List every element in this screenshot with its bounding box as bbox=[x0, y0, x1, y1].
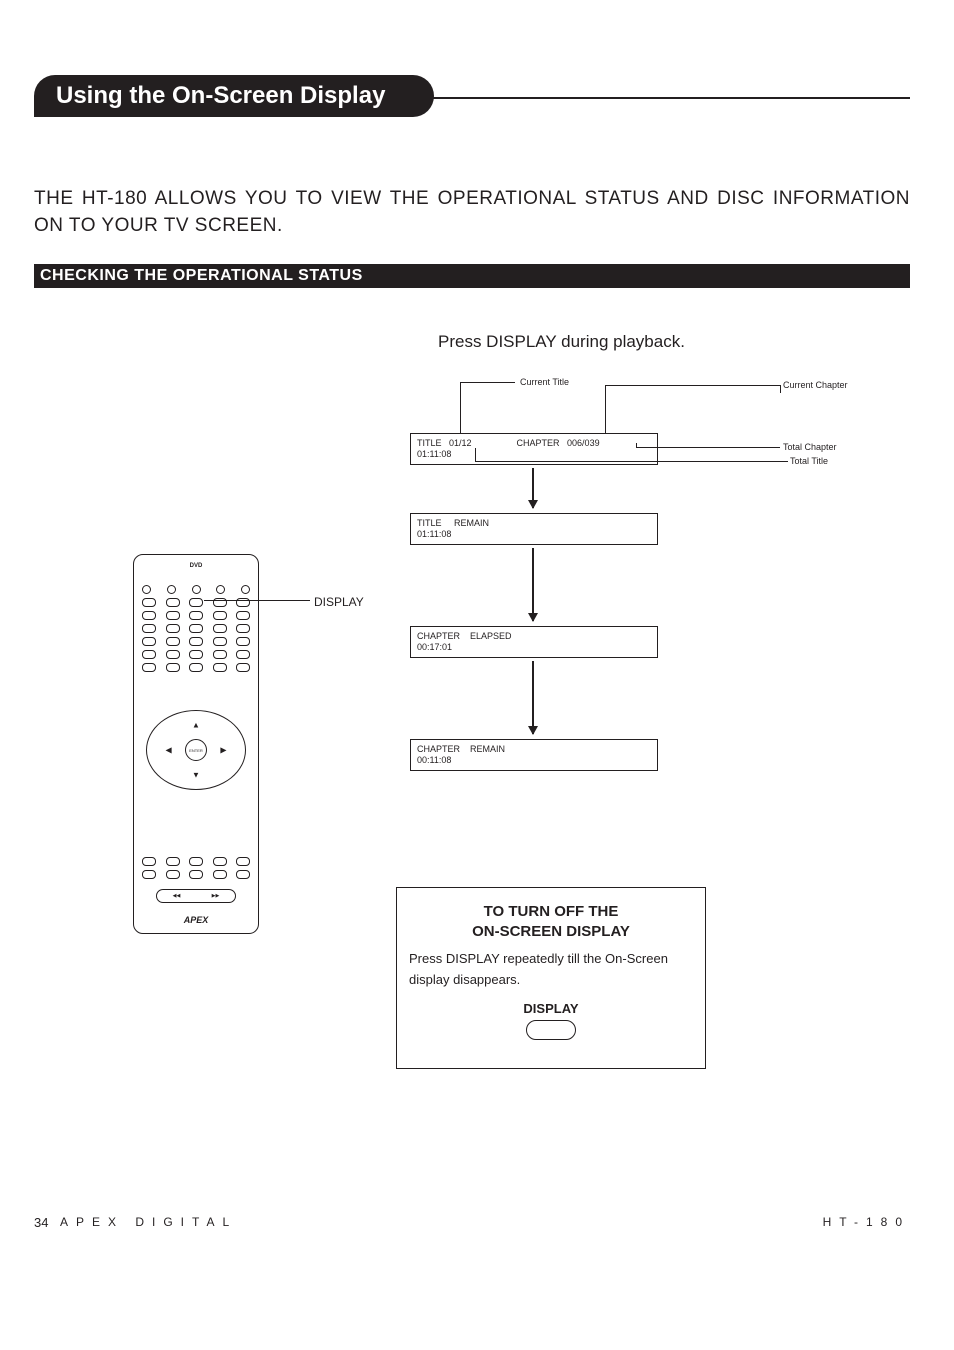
remote-logo: APEX bbox=[184, 915, 209, 925]
footer-brand: APEX DIGITAL bbox=[60, 1215, 237, 1229]
osd2-line1: TITLE REMAIN bbox=[417, 518, 651, 529]
turnoff-heading: TO TURN OFF THE ON-SCREEN DISPLAY bbox=[409, 902, 693, 941]
remote-up-icon: ▲ bbox=[192, 721, 200, 730]
remote-btn bbox=[213, 637, 227, 646]
remote-enter-btn: ENTER bbox=[185, 739, 207, 761]
turnoff-heading-line1: TO TURN OFF THE bbox=[409, 902, 693, 922]
osd-box-1: TITLE 01/12 CHAPTER 006/039 01:11:08 bbox=[410, 433, 658, 465]
turnoff-box: TO TURN OFF THE ON-SCREEN DISPLAY Press … bbox=[396, 887, 706, 1069]
remote-btn bbox=[166, 650, 180, 659]
footer-model: HT-180 bbox=[823, 1215, 910, 1229]
remote-btn bbox=[142, 585, 151, 594]
remote-btn bbox=[236, 870, 250, 879]
arrow-down-icon-1 bbox=[532, 468, 534, 508]
leader-current-title-v bbox=[460, 382, 461, 434]
remote-btn bbox=[189, 637, 203, 646]
remote-btn bbox=[213, 611, 227, 620]
leader-current-chapter-v bbox=[605, 385, 606, 434]
remote-display-btn bbox=[192, 585, 201, 594]
remote-btn bbox=[213, 870, 227, 879]
remote-btn bbox=[142, 857, 156, 866]
remote-btn bbox=[236, 611, 250, 620]
remote-btn bbox=[166, 637, 180, 646]
remote-btn bbox=[236, 663, 250, 672]
remote-btn bbox=[189, 857, 203, 866]
remote-btn bbox=[167, 585, 176, 594]
remote-right-icon: ▶ bbox=[220, 746, 226, 755]
osd3-line1: CHAPTER ELAPSED bbox=[417, 631, 651, 642]
remote-btn bbox=[213, 857, 227, 866]
remote-btn bbox=[166, 870, 180, 879]
remote-btn bbox=[142, 650, 156, 659]
osd4-line2: 00:11:08 bbox=[417, 755, 651, 766]
remote-btn bbox=[142, 611, 156, 620]
turnoff-button-label: DISPLAY bbox=[409, 1001, 693, 1016]
remote-dvd-label: DVD bbox=[190, 563, 203, 569]
osd-box-3: CHAPTER ELAPSED 00:17:01 bbox=[410, 626, 658, 658]
remote-btn bbox=[166, 611, 180, 620]
remote-down-icon: ▼ bbox=[192, 770, 200, 779]
remote-btn bbox=[166, 857, 180, 866]
remote-btn bbox=[213, 663, 227, 672]
remote-scan-pad: ◀◀ ▶▶ bbox=[156, 889, 236, 903]
leader-current-title-h bbox=[460, 382, 515, 383]
remote-btn bbox=[166, 663, 180, 672]
remote-nav-pad: ENTER ▲ ▼ ◀ ▶ bbox=[146, 710, 246, 790]
label-total-chapter: Total Chapter bbox=[783, 442, 837, 452]
remote-btn bbox=[236, 624, 250, 633]
leader-current-chapter-h bbox=[605, 385, 780, 386]
remote-rew-icon: ◀◀ bbox=[173, 893, 181, 899]
osd4-line1: CHAPTER REMAIN bbox=[417, 744, 651, 755]
osd-box-2: TITLE REMAIN 01:11:08 bbox=[410, 513, 658, 545]
remote-btn bbox=[236, 857, 250, 866]
intro-text: THE HT-180 ALLOWS YOU TO VIEW THE OPERAT… bbox=[34, 186, 910, 239]
arrow-down-icon-3 bbox=[532, 661, 534, 734]
remote-btn bbox=[189, 598, 203, 607]
remote-btn bbox=[142, 637, 156, 646]
osd1-line2: 01:11:08 bbox=[417, 449, 651, 460]
label-current-chapter: Current Chapter bbox=[783, 380, 848, 390]
page-title: Using the On-Screen Display bbox=[56, 82, 385, 109]
label-current-title: Current Title bbox=[520, 377, 569, 387]
remote-btn bbox=[213, 650, 227, 659]
section-heading-text: CHECKING THE OPERATIONAL STATUS bbox=[40, 267, 363, 284]
turnoff-body: Press DISPLAY repeatedly till the On-Scr… bbox=[409, 949, 693, 991]
remote-btn bbox=[142, 598, 156, 607]
label-total-title: Total Title bbox=[790, 456, 828, 466]
remote-btn bbox=[189, 624, 203, 633]
remote-btn bbox=[236, 650, 250, 659]
osd3-line2: 00:17:01 bbox=[417, 642, 651, 653]
remote-bottom-rows bbox=[142, 857, 250, 883]
page-title-pill: Using the On-Screen Display bbox=[34, 75, 434, 117]
remote-btn bbox=[142, 663, 156, 672]
remote-ff-icon: ▶▶ bbox=[212, 893, 220, 899]
turnoff-heading-line2: ON-SCREEN DISPLAY bbox=[409, 922, 693, 942]
leader-current-chapter-v2 bbox=[780, 385, 781, 393]
remote-btn bbox=[213, 624, 227, 633]
remote-btn bbox=[236, 637, 250, 646]
remote-btn bbox=[142, 870, 156, 879]
press-instruction: Press DISPLAY during playback. bbox=[438, 332, 685, 352]
remote-btn bbox=[189, 663, 203, 672]
remote-control-illustration: DVD bbox=[133, 554, 259, 934]
remote-btn bbox=[189, 650, 203, 659]
display-button-icon bbox=[526, 1020, 576, 1040]
remote-btn bbox=[241, 585, 250, 594]
remote-btn bbox=[166, 598, 180, 607]
section-heading: CHECKING THE OPERATIONAL STATUS bbox=[34, 264, 910, 288]
callout-line-display bbox=[204, 600, 310, 601]
remote-button-grid bbox=[142, 585, 250, 676]
osd1-line1: TITLE 01/12 CHAPTER 006/039 bbox=[417, 438, 651, 449]
remote-btn bbox=[189, 870, 203, 879]
arrow-down-icon-2 bbox=[532, 548, 534, 621]
osd2-line2: 01:11:08 bbox=[417, 529, 651, 540]
remote-btn bbox=[216, 585, 225, 594]
remote-btn bbox=[189, 611, 203, 620]
footer-page-number: 34 bbox=[34, 1215, 48, 1230]
remote-left-icon: ◀ bbox=[165, 746, 171, 755]
remote-btn bbox=[166, 624, 180, 633]
callout-display-label: DISPLAY bbox=[314, 595, 364, 609]
remote-btn bbox=[142, 624, 156, 633]
osd-box-4: CHAPTER REMAIN 00:11:08 bbox=[410, 739, 658, 771]
